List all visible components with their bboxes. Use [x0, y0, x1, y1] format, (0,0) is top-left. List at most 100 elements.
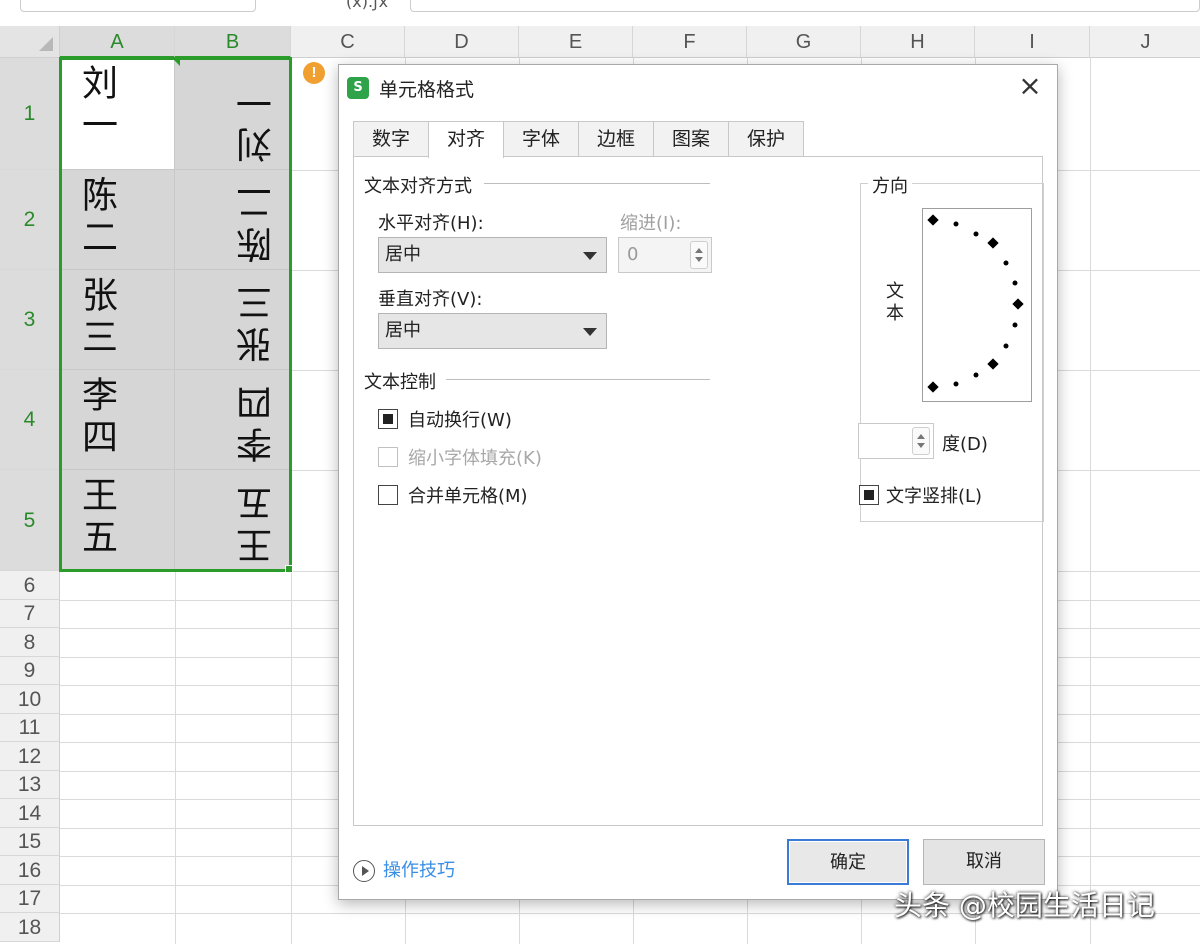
row-header-14[interactable]: 14	[0, 799, 60, 828]
orientation-vertical-text[interactable]: 文本	[880, 281, 904, 333]
row-header-11[interactable]: 11	[0, 714, 60, 742]
column-header-g[interactable]: G	[747, 26, 861, 58]
column-header-b[interactable]: B	[175, 26, 291, 58]
format-cells-dialog: S 单元格格式 × 数字 对齐 字体 边框 图案 保护 文本对齐方式 水平对齐(…	[338, 64, 1058, 900]
dial-dot	[1003, 260, 1009, 266]
dial-dot	[1012, 322, 1018, 328]
column-header-j[interactable]: J	[1090, 26, 1200, 58]
cell-text: 李四	[76, 376, 117, 460]
column-header-e[interactable]: E	[519, 26, 633, 58]
cell-text: 陈二	[237, 179, 278, 263]
vertical-align-label: 垂直对齐(V):	[378, 289, 483, 310]
dialog-titlebar[interactable]: S 单元格格式 ×	[339, 65, 1057, 109]
merge-cells-checkbox[interactable]	[378, 485, 398, 505]
row-header-17[interactable]: 17	[0, 885, 60, 913]
cell-a5[interactable]: 王五	[60, 470, 175, 571]
cell-a4[interactable]: 李四	[60, 370, 175, 470]
column-header-a[interactable]: A	[60, 26, 175, 58]
cell-b2[interactable]: 陈二	[175, 170, 291, 270]
formula-input[interactable]	[410, 0, 1200, 12]
cell-b5[interactable]: 王五	[175, 470, 291, 571]
row-header-12[interactable]: 12	[0, 742, 60, 771]
vertical-align-value: 居中	[385, 320, 421, 341]
merge-cells-label: 合并单元格(M)	[408, 486, 528, 507]
dialog-tabs: 数字 对齐 字体 边框 图案 保护	[353, 121, 804, 158]
select-all-corner[interactable]	[0, 26, 60, 58]
spinner-arrows-icon[interactable]	[690, 241, 708, 269]
fx-label[interactable]: (ⅹ).ƒⅹ	[346, 0, 388, 11]
ok-button[interactable]: 确定	[787, 839, 909, 885]
indent-spinner[interactable]: 0	[618, 237, 712, 273]
row-header-6[interactable]: 6	[0, 571, 60, 600]
cell-text: 刘一	[76, 64, 117, 148]
tab-pattern[interactable]: 图案	[653, 121, 729, 157]
wps-logo-icon: S	[347, 77, 369, 99]
row-header-7[interactable]: 7	[0, 600, 60, 628]
horizontal-align-label: 水平对齐(H):	[378, 213, 484, 234]
tab-number[interactable]: 数字	[353, 121, 429, 157]
cell-a1[interactable]: 刘一	[60, 58, 175, 170]
row-header-18[interactable]: 18	[0, 913, 60, 942]
cell-text: 张三	[76, 276, 117, 360]
row-header-13[interactable]: 13	[0, 771, 60, 799]
name-box[interactable]	[20, 0, 256, 12]
cell-b3[interactable]: 张三	[175, 270, 291, 370]
cancel-button[interactable]: 取消	[923, 839, 1045, 885]
row-header-15[interactable]: 15	[0, 828, 60, 856]
dial-diamond-marker	[1012, 298, 1024, 310]
tab-border[interactable]: 边框	[578, 121, 654, 157]
row-header-5[interactable]: 5	[0, 470, 60, 571]
tab-font[interactable]: 字体	[503, 121, 579, 157]
column-header-f[interactable]: F	[633, 26, 747, 58]
row-header-4[interactable]: 4	[0, 370, 60, 470]
cell-a3[interactable]: 张三	[60, 270, 175, 370]
column-header-h[interactable]: H	[861, 26, 975, 58]
row-header-2[interactable]: 2	[0, 170, 60, 270]
vertical-text-checkbox[interactable]	[859, 485, 879, 505]
horizontal-align-select[interactable]: 居中	[378, 237, 607, 273]
formula-bar: (ⅹ).ƒⅹ	[0, 0, 1200, 26]
vertical-align-select[interactable]: 居中	[378, 313, 607, 349]
grid-line	[291, 58, 292, 944]
dial-dot	[1003, 343, 1009, 349]
orientation-group-title: 方向	[868, 172, 912, 198]
shrink-to-fit-checkbox[interactable]	[378, 447, 398, 467]
help-link-label: 操作技巧	[383, 860, 455, 881]
fill-handle[interactable]	[285, 565, 293, 573]
column-header-d[interactable]: D	[405, 26, 519, 58]
chevron-down-icon	[583, 328, 597, 336]
close-icon[interactable]: ×	[1015, 71, 1045, 101]
row-header-9[interactable]: 9	[0, 657, 60, 685]
dial-diamond-marker	[987, 237, 999, 249]
orientation-dial[interactable]	[922, 208, 1032, 402]
cell-b1[interactable]: 刘一	[175, 58, 291, 170]
watermark: 头条 @校园生活日记	[894, 889, 1155, 922]
cell-b4[interactable]: 李四	[175, 370, 291, 470]
dial-diamond-marker	[927, 214, 939, 226]
tab-alignment[interactable]: 对齐	[428, 121, 504, 158]
warning-icon[interactable]: !	[303, 62, 325, 84]
degrees-label: 度(D)	[942, 434, 988, 455]
help-link[interactable]: 操作技巧	[353, 856, 455, 882]
tab-protection[interactable]: 保护	[728, 121, 804, 157]
dial-dot	[973, 372, 979, 378]
degrees-spinner[interactable]	[858, 423, 934, 459]
row-header-8[interactable]: 8	[0, 628, 60, 657]
spinner-arrows-icon[interactable]	[912, 427, 930, 455]
column-header-i[interactable]: I	[975, 26, 1090, 58]
alignment-panel: 文本对齐方式 水平对齐(H): 居中 缩进(I): 0 垂直对齐(V): 居中 …	[353, 156, 1044, 826]
row-header-10[interactable]: 10	[0, 685, 60, 714]
group-divider	[446, 379, 710, 380]
cell-text: 刘一	[237, 79, 278, 163]
selection-marker	[172, 58, 180, 66]
dial-dot	[953, 381, 959, 387]
row-header-3[interactable]: 3	[0, 270, 60, 370]
row-header-16[interactable]: 16	[0, 856, 60, 885]
column-header-c[interactable]: C	[291, 26, 405, 58]
row-header-1[interactable]: 1	[0, 58, 60, 170]
chevron-down-icon	[583, 252, 597, 260]
wrap-text-checkbox[interactable]	[378, 409, 398, 429]
cell-a2[interactable]: 陈二	[60, 170, 175, 270]
wrap-text-label: 自动换行(W)	[408, 410, 512, 431]
cell-text: 李四	[237, 379, 278, 463]
